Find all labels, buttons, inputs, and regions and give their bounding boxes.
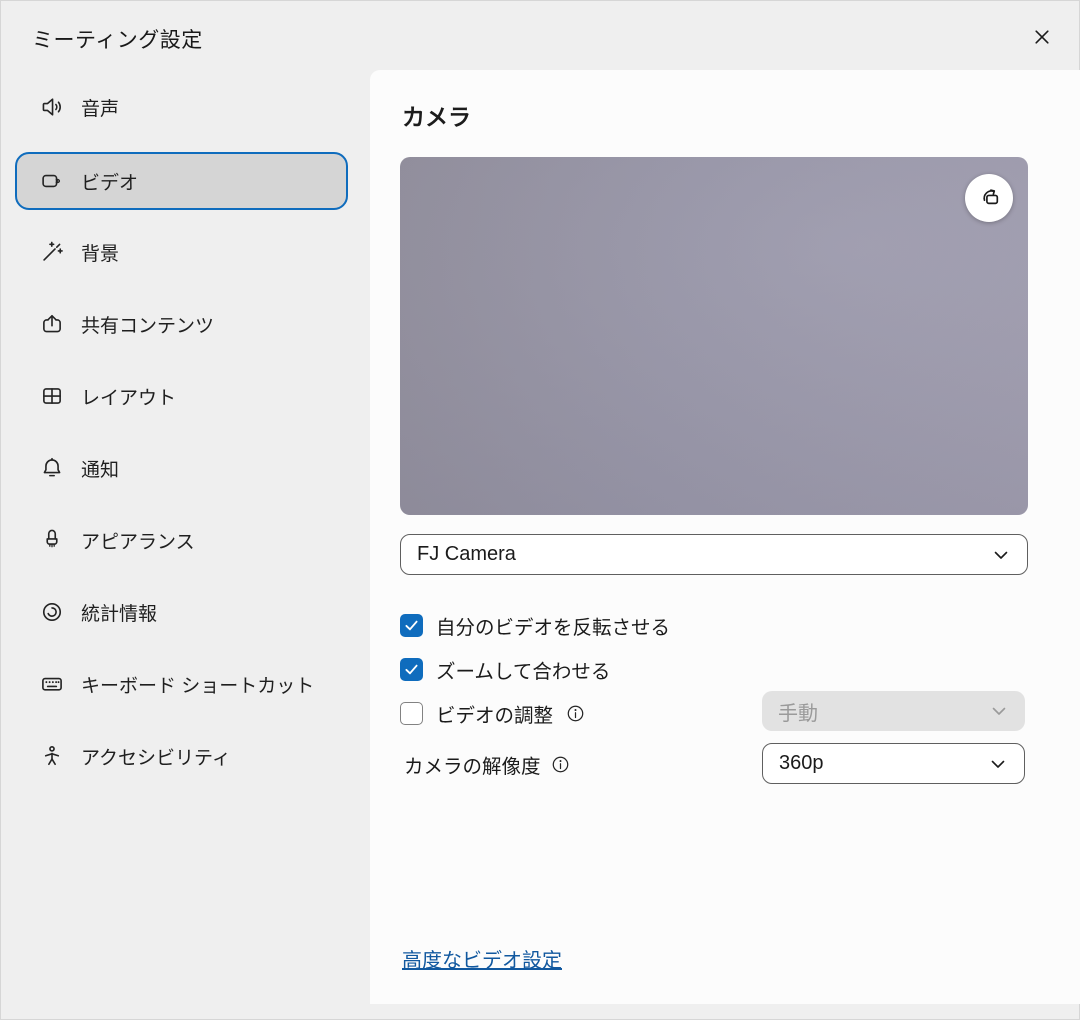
close-icon bbox=[1032, 27, 1052, 50]
info-icon[interactable] bbox=[566, 704, 585, 723]
camera-resolution-label: カメラの解像度 bbox=[404, 750, 541, 779]
video-adjust-label: ビデオの調整 bbox=[436, 699, 553, 728]
video-camera-icon bbox=[39, 168, 65, 194]
sidebar-item-label: アクセシビリティ bbox=[81, 743, 231, 770]
sidebar-item-audio[interactable]: 音声 bbox=[15, 78, 348, 136]
camera-device-value: FJ Camera bbox=[417, 543, 516, 566]
window-title: ミーティング設定 bbox=[32, 24, 203, 54]
sidebar-item-label: ビデオ bbox=[81, 168, 138, 195]
share-icon bbox=[39, 311, 65, 337]
sidebar-item-background[interactable]: 背景 bbox=[15, 223, 348, 281]
bell-icon bbox=[39, 455, 65, 481]
accessibility-icon bbox=[39, 743, 65, 769]
settings-panel-video: カメラ FJ Camera 自分のビデオを bbox=[370, 70, 1080, 1004]
video-adjust-mode-select: 手動 bbox=[762, 691, 1025, 731]
video-adjust-checkbox[interactable] bbox=[400, 702, 423, 725]
info-icon[interactable] bbox=[551, 755, 570, 774]
sidebar-item-label: 統計情報 bbox=[81, 599, 157, 626]
zoom-to-fit-label: ズームして合わせる bbox=[436, 655, 610, 684]
sidebar-item-label: レイアウト bbox=[81, 383, 176, 410]
stats-donut-icon bbox=[39, 599, 65, 625]
sidebar-item-appearance[interactable]: アピアランス bbox=[15, 511, 348, 569]
sidebar-item-shared-content[interactable]: 共有コンテンツ bbox=[15, 295, 348, 353]
camera-resolution-select[interactable]: 360p bbox=[762, 743, 1025, 784]
zoom-to-fit-row: ズームして合わせる bbox=[400, 655, 610, 684]
zoom-to-fit-checkbox[interactable] bbox=[400, 658, 423, 681]
sidebar-item-label: 音声 bbox=[81, 94, 119, 121]
camera-device-select[interactable]: FJ Camera bbox=[400, 534, 1028, 575]
close-button[interactable] bbox=[1020, 18, 1064, 58]
rotate-camera-button[interactable] bbox=[965, 174, 1013, 222]
sidebar-item-label: 背景 bbox=[81, 239, 119, 266]
sidebar-item-accessibility[interactable]: アクセシビリティ bbox=[15, 727, 348, 785]
sidebar-item-label: キーボード ショートカット bbox=[81, 671, 314, 698]
sidebar-item-video[interactable]: ビデオ bbox=[15, 152, 348, 210]
chevron-down-icon bbox=[989, 701, 1009, 721]
sidebar-item-label: 通知 bbox=[81, 455, 119, 482]
camera-resolution-row: カメラの解像度 bbox=[404, 750, 570, 779]
video-adjust-row: ビデオの調整 bbox=[400, 699, 585, 728]
sidebar-item-statistics[interactable]: 統計情報 bbox=[15, 583, 348, 641]
sidebar-item-label: アピアランス bbox=[81, 527, 195, 554]
sidebar-item-layout[interactable]: レイアウト bbox=[15, 367, 348, 425]
wand-sparkles-icon bbox=[39, 239, 65, 265]
video-adjust-mode-value: 手動 bbox=[778, 697, 818, 726]
camera-preview bbox=[400, 157, 1028, 515]
camera-resolution-value: 360p bbox=[779, 752, 824, 775]
page-title: カメラ bbox=[402, 98, 471, 132]
rotate-camera-icon bbox=[977, 184, 1002, 212]
mirror-video-label: 自分のビデオを反転させる bbox=[436, 611, 670, 640]
meeting-settings-window: ミーティング設定 音声 ビデオ bbox=[0, 0, 1080, 1020]
speaker-icon bbox=[39, 94, 65, 120]
mirror-video-checkbox[interactable] bbox=[400, 614, 423, 637]
mirror-video-row: 自分のビデオを反転させる bbox=[400, 611, 670, 640]
chevron-down-icon bbox=[991, 545, 1011, 565]
sidebar-item-notifications[interactable]: 通知 bbox=[15, 439, 348, 497]
sidebar-item-label: 共有コンテンツ bbox=[81, 311, 214, 338]
sidebar-item-keyboard-shortcuts[interactable]: キーボード ショートカット bbox=[15, 655, 348, 713]
layout-grid-icon bbox=[39, 383, 65, 409]
chevron-down-icon bbox=[988, 754, 1008, 774]
advanced-video-settings-link[interactable]: 高度なビデオ設定 bbox=[402, 944, 562, 973]
keyboard-icon bbox=[39, 671, 65, 697]
paintbrush-icon bbox=[39, 527, 65, 553]
